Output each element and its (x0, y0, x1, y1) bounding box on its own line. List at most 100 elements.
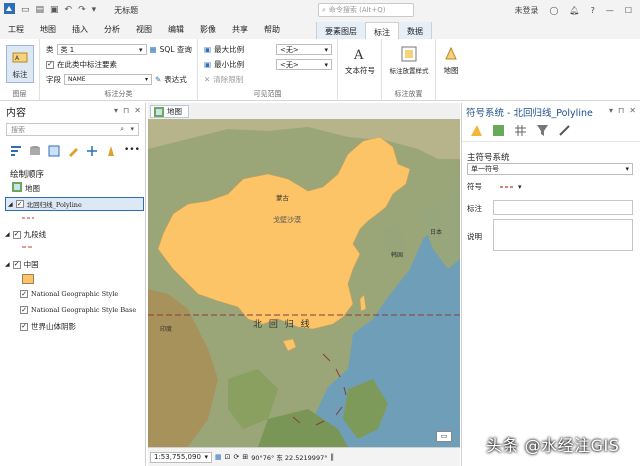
selection-icon[interactable] (48, 145, 60, 157)
more-icon[interactable]: ••• (124, 145, 140, 157)
label-placement-style-button[interactable]: 标注放置样式 (385, 45, 433, 75)
user-avatar-icon[interactable]: ◯ (549, 6, 558, 15)
tab-view[interactable]: 视图 (128, 20, 160, 39)
data-source-icon[interactable] (29, 145, 41, 157)
snapping-icon[interactable] (86, 145, 98, 157)
tab-map[interactable]: 地图 (32, 20, 64, 39)
tree-item-tropic-layer[interactable]: ◢ ✓ 北回归线_Polyline (5, 197, 144, 211)
symbology-header: 符号系统 - 北回归线_Polyline ▾ ⊓ ✕ (462, 103, 640, 120)
expand-icon[interactable]: ◢ (8, 201, 13, 208)
pin-icon[interactable]: ▾ (609, 106, 613, 115)
class-dropdown[interactable]: 类 1 ▾ (56, 44, 147, 55)
maximize-button[interactable]: ☐ (625, 6, 632, 15)
label-features-checkbox[interactable]: ✓ (46, 60, 54, 69)
close-icon[interactable]: ✕ (629, 106, 636, 115)
visibility-checkbox[interactable]: ✓ (20, 306, 28, 314)
tab-help[interactable]: 帮助 (256, 20, 288, 39)
text-symbol-icon: A (353, 48, 364, 63)
tree-item-ngs[interactable]: ✓ National Geographic Style (20, 290, 118, 298)
tree-item-hillshade[interactable]: ✓ 世界山体阴影 (20, 321, 76, 332)
chevron-down-icon: ▾ (324, 60, 328, 69)
label-toggle-button[interactable]: A 标注 (6, 45, 34, 83)
tree-item-china[interactable]: ◢ ✓ 中国 (5, 259, 39, 270)
tree-item-nine-dash[interactable]: ◢ ✓ 九段线 (5, 229, 46, 240)
tab-project[interactable]: 工程 (0, 20, 32, 39)
notification-icon[interactable]: 🔔︎ (569, 6, 579, 15)
label-placement-group: 标注放置样式 标注放置 (382, 39, 436, 101)
save-icon[interactable]: ▣ (50, 5, 59, 15)
labeling-icon[interactable] (105, 145, 117, 157)
tree-item-ngs-base[interactable]: ✓ National Geographic Style Base (20, 306, 136, 314)
max-scale-dropdown[interactable]: <无> ▾ (276, 44, 332, 55)
primary-symbology-dropdown[interactable]: 单一符号 ▾ (467, 163, 633, 175)
expand-icon[interactable]: ◢ (5, 231, 10, 238)
clear-limits-button[interactable]: 清除限制 (213, 74, 243, 85)
min-scale-button[interactable]: 最小比例 (214, 59, 244, 70)
text-symbol-button[interactable]: A 文本符号 (342, 45, 378, 76)
primary-symbology-icon[interactable] (470, 124, 483, 137)
grid-icon[interactable]: ▦ (215, 453, 222, 461)
tab-insert[interactable]: 插入 (64, 20, 96, 39)
new-project-icon[interactable]: ▭ (21, 5, 30, 15)
user-status[interactable]: 未登录 (514, 5, 538, 16)
map-view-tab[interactable]: 地图 (150, 105, 189, 118)
field-dropdown[interactable]: NAME ▾ (64, 74, 152, 85)
description-input[interactable] (493, 219, 633, 251)
max-scale-button[interactable]: 最大比例 (214, 44, 244, 55)
layer-group: A 标注 图层 (0, 39, 40, 101)
label-icon: A (12, 52, 28, 62)
help-button[interactable]: ? (591, 6, 595, 15)
tab-edit[interactable]: 编辑 (160, 20, 192, 39)
editing-icon[interactable] (67, 145, 79, 157)
symbology-pane: 符号系统 - 北回归线_Polyline ▾ ⊓ ✕ 主符号系统 单一符号 ▾ 符… (461, 103, 640, 466)
visibility-checkbox[interactable]: ✓ (12, 230, 21, 239)
redo-icon[interactable]: ↷ (78, 5, 86, 15)
min-scale-icon: ▣ (204, 60, 212, 69)
scale-dropdown[interactable]: 1:53,755,090 ▾ (150, 451, 212, 463)
expression-button[interactable]: 表达式 (164, 74, 187, 85)
min-scale-dropdown[interactable]: <无> ▾ (276, 59, 332, 70)
tab-data[interactable]: 数据 (399, 21, 431, 41)
drawing-order-icon[interactable] (10, 145, 22, 157)
symbol-layers-icon[interactable] (514, 124, 527, 137)
tab-imagery[interactable]: 影像 (192, 20, 224, 39)
map-canvas[interactable]: 蒙古 戈壁沙漠 韩国 日本 印度 北 回 归 线 ▭ (148, 119, 460, 447)
close-icon[interactable]: ✕ (134, 106, 141, 115)
symbol-preview[interactable]: ▾ (500, 183, 522, 191)
fixed-zoom-icon[interactable]: ⊡ (225, 453, 231, 461)
pin-icon[interactable]: ▾ (114, 106, 118, 115)
customize-icon[interactable]: ▾ (92, 5, 97, 15)
field-label: 字段 (46, 75, 61, 84)
map-label-button[interactable]: 地图 (440, 45, 462, 76)
pause-icon[interactable]: ‖ (330, 453, 334, 461)
tab-analysis[interactable]: 分析 (96, 20, 128, 39)
titlebar-right: 未登录 ◯ 🔔︎ ? — ☐ (514, 0, 640, 20)
visibility-checkbox[interactable]: ✓ (12, 260, 21, 269)
search-icon: ⌕ (322, 5, 326, 14)
label-input[interactable] (493, 200, 633, 215)
minimize-button[interactable]: — (606, 6, 614, 15)
visibility-checkbox[interactable]: ✓ (20, 322, 28, 331)
sql-query-button[interactable]: SQL 查询 (160, 44, 192, 55)
expand-icon[interactable]: ◢ (5, 261, 10, 268)
contents-search-input[interactable]: 搜索 ⌕ ▾ (6, 123, 139, 136)
overview-map-icon[interactable]: ▭ (436, 431, 452, 442)
refresh-icon[interactable]: ⟳ (234, 453, 240, 461)
auto-hide-icon[interactable]: ⊓ (123, 106, 129, 115)
tab-feature-layer[interactable]: 要素图层 (317, 21, 365, 41)
tree-item-map[interactable]: 地图 (12, 182, 40, 194)
map-group: 地图 (436, 39, 466, 101)
open-icon[interactable]: ▤ (36, 5, 45, 15)
tab-share[interactable]: 共享 (224, 20, 256, 39)
auto-hide-icon[interactable]: ⊓ (618, 106, 624, 115)
display-icon[interactable] (558, 124, 571, 137)
vary-symbology-icon[interactable] (492, 124, 505, 137)
primary-symbology-label: 主符号系统 (467, 153, 510, 163)
visibility-checkbox[interactable]: ✓ (20, 290, 28, 298)
visibility-checkbox[interactable]: ✓ (15, 200, 24, 208)
undo-icon[interactable]: ↶ (65, 5, 73, 15)
tab-labeling[interactable]: 标注 (365, 21, 399, 41)
extent-icon[interactable]: ⊞ (242, 453, 248, 461)
filter-icon[interactable] (536, 124, 549, 137)
command-search-box[interactable]: ⌕ 命令搜索 (Alt+Q) (318, 3, 414, 17)
